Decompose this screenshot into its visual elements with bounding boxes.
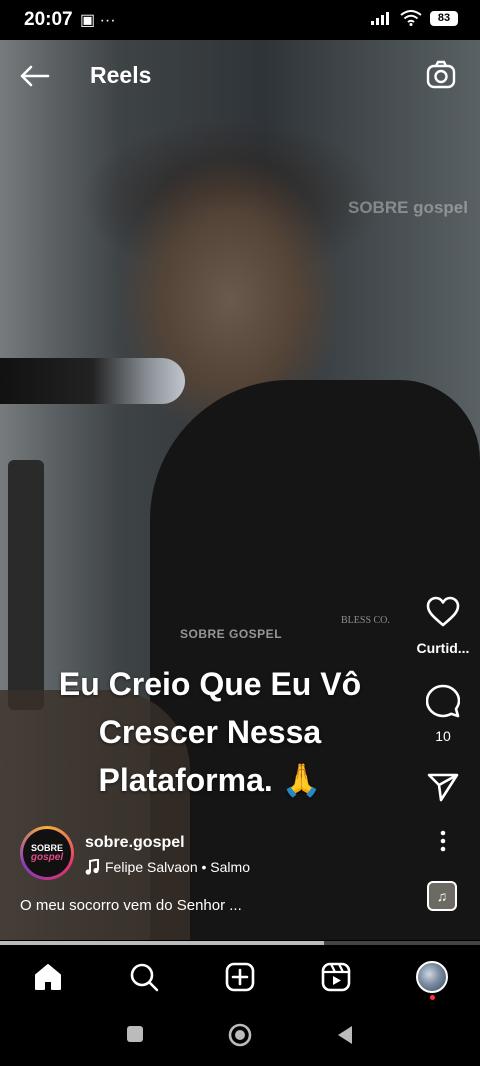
back-arrow-icon[interactable]: [18, 64, 50, 88]
search-icon: [130, 963, 159, 992]
reel-video[interactable]: SOBRE gospel SOBRE GOSPEL BLESS CO.: [0, 40, 480, 940]
status-time: 20:07: [24, 9, 73, 30]
send-icon: [427, 773, 459, 802]
signal-icon: [371, 12, 389, 25]
notification-icons: ▣ ···: [80, 12, 116, 29]
avatar[interactable]: SOBRE gospel: [20, 826, 74, 880]
more-options-button[interactable]: [410, 830, 476, 852]
nav-profile[interactable]: [414, 959, 450, 1000]
music-thumb-icon: ♫: [436, 888, 448, 904]
home-icon: [35, 964, 61, 990]
nav-reels[interactable]: [318, 959, 354, 995]
recent-apps-icon[interactable]: [126, 1025, 144, 1043]
nav-search[interactable]: [126, 959, 162, 995]
music-info[interactable]: Felipe Salvaon • Salmo: [85, 859, 250, 875]
post-description[interactable]: O meu socorro vem do Senhor ...: [20, 897, 242, 914]
bottom-nav: [0, 945, 480, 1011]
share-button[interactable]: [410, 772, 476, 802]
nav-home[interactable]: [30, 959, 66, 995]
avatar-text-2: gospel: [30, 852, 64, 863]
more-vertical-icon: [440, 830, 446, 852]
audio-thumbnail[interactable]: ♫: [427, 881, 457, 911]
profile-avatar: [416, 961, 448, 993]
comment-button[interactable]: 10: [410, 684, 476, 744]
wifi-icon: [400, 10, 422, 26]
camera-icon[interactable]: [426, 60, 456, 90]
like-label: Curtid...: [416, 640, 470, 656]
status-bar: 20:07 ▣ ··· 83: [0, 0, 480, 40]
back-button-icon[interactable]: [336, 1025, 354, 1045]
music-note-icon: [85, 859, 99, 875]
video-caption-overlay: Eu Creio Que Eu Vô Crescer Nessa Platafo…: [58, 666, 362, 798]
comment-icon: [426, 684, 460, 718]
watermark-top: SOBRE gospel: [348, 198, 468, 217]
add-post-icon: [225, 962, 255, 992]
shirt-text: BLESS CO.: [341, 615, 390, 626]
reels-icon: [321, 962, 351, 992]
like-button[interactable]: Curtid...: [410, 596, 476, 656]
microphone-image: [0, 358, 185, 404]
heart-icon: [426, 596, 460, 627]
nav-create[interactable]: [222, 959, 258, 995]
username-link[interactable]: sobre.gospel: [85, 834, 185, 852]
home-button-icon[interactable]: [228, 1023, 252, 1047]
comment-count: 10: [435, 728, 451, 744]
battery-icon: 83: [430, 10, 458, 26]
music-label: Felipe Salvaon • Salmo: [105, 859, 250, 875]
watermark-mid: SOBRE GOSPEL: [180, 627, 283, 641]
notification-dot: [430, 995, 435, 1000]
page-title: Reels: [90, 62, 152, 88]
system-nav-bar: [0, 1011, 480, 1066]
reels-header: Reels: [0, 52, 480, 98]
